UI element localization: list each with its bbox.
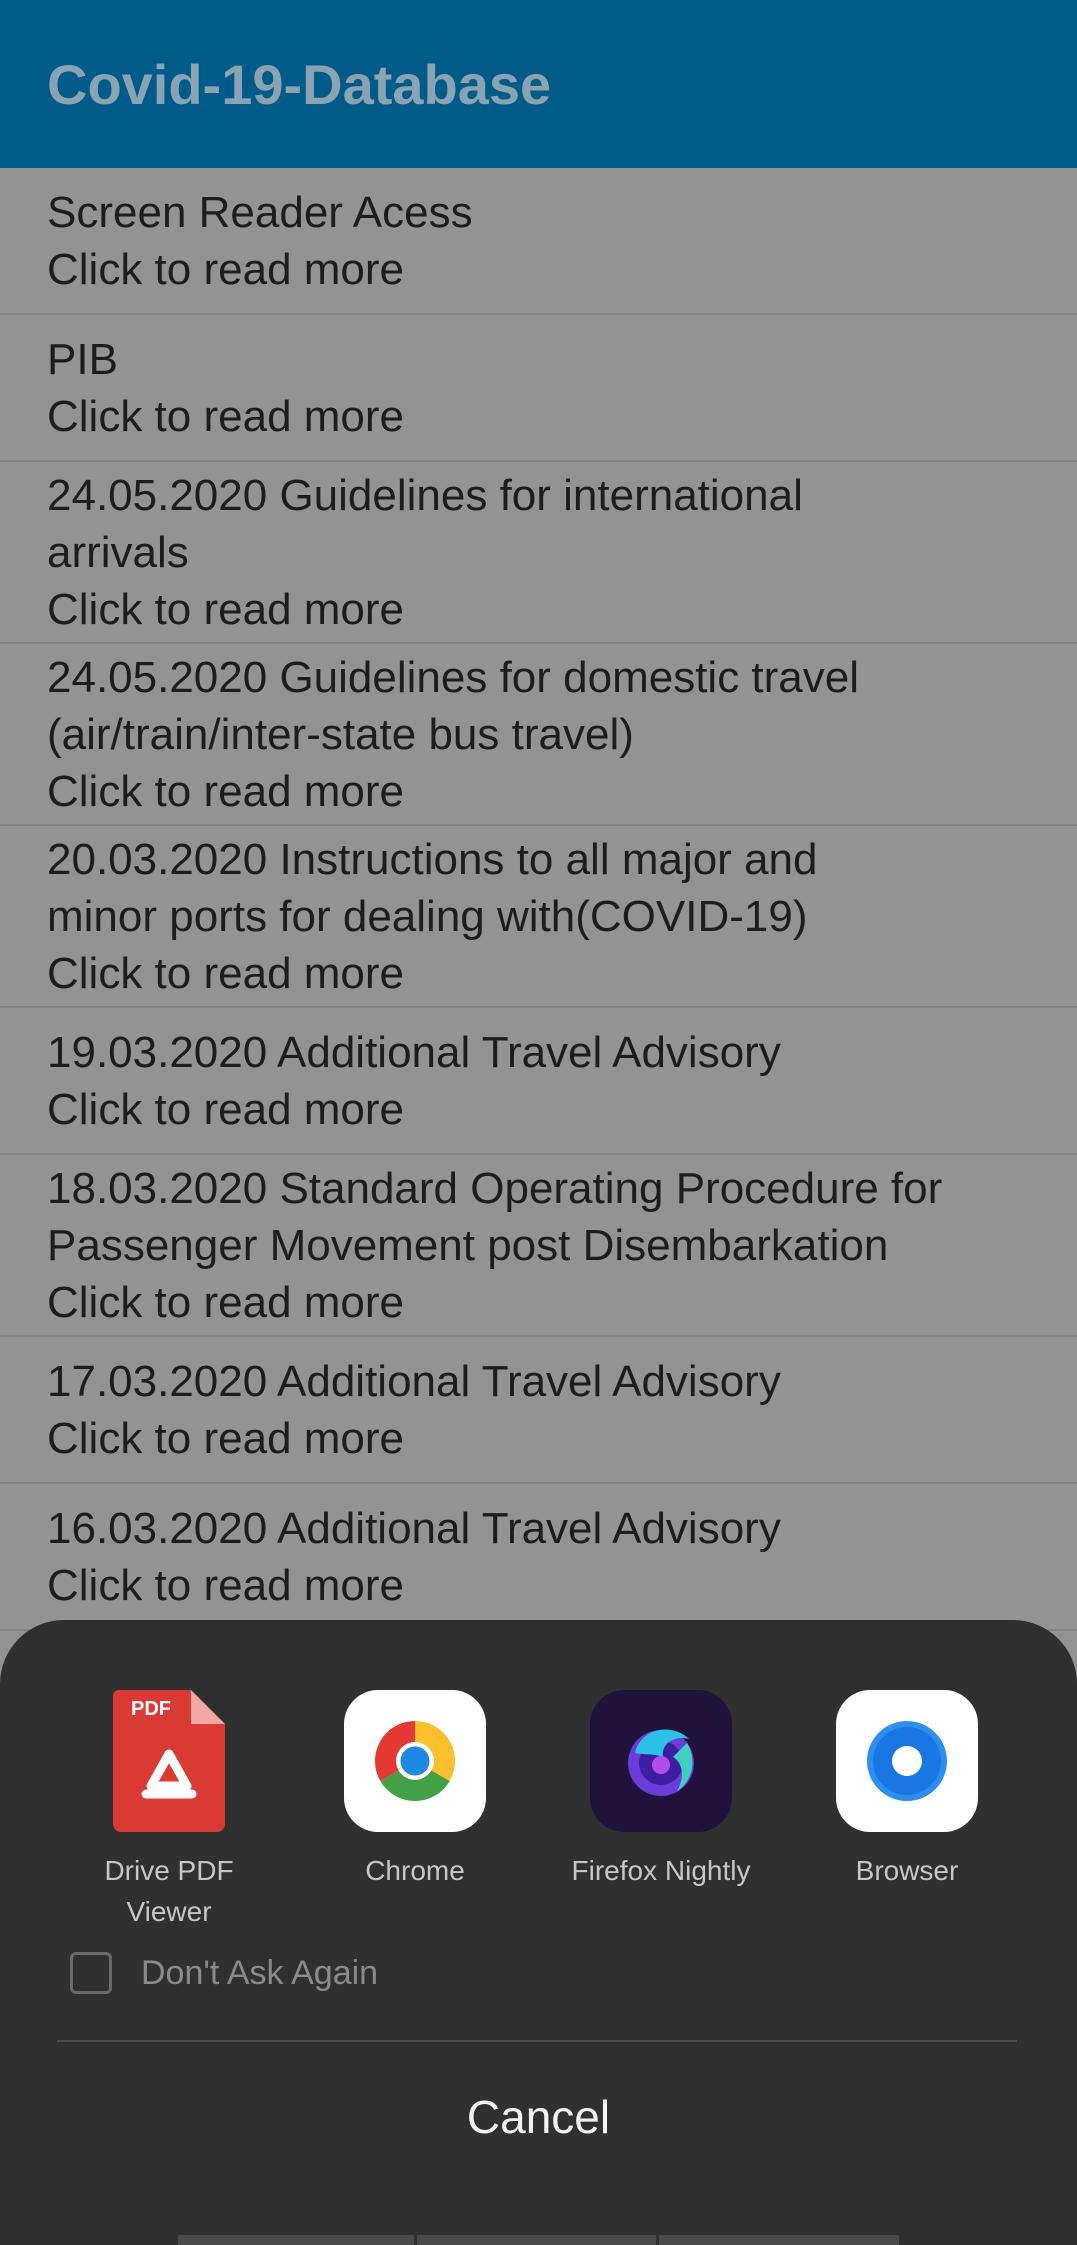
dont-ask-again-option[interactable]: Don't Ask Again — [70, 1952, 378, 1994]
list-item-subtitle: Click to read more — [47, 391, 405, 441]
list-item-subtitle: Click to read more — [47, 244, 405, 294]
list-item-title: 24.05.2020 Guidelines for international … — [47, 470, 803, 577]
chrome-icon — [344, 1690, 486, 1832]
list-item-title: Screen Reader Acess — [47, 187, 473, 237]
firefox-nightly-icon — [590, 1690, 732, 1832]
list-item[interactable]: 20.03.2020 Instructions to all major and… — [0, 826, 1077, 1008]
divider — [57, 2040, 1017, 2042]
app-option-label: Firefox Nightly — [571, 1855, 751, 1886]
app-option-label: Chrome — [365, 1855, 465, 1886]
list-item[interactable]: 18.03.2020 Standard Operating Procedure … — [0, 1155, 1077, 1337]
nav-bar-segment — [178, 2235, 414, 2245]
nav-bar-segment — [417, 2235, 656, 2245]
list-item-title: 24.05.2020 Guidelines for domestic trave… — [47, 652, 860, 759]
app-option-drive-pdf-viewer[interactable]: PDF Drive PDF Viewer — [46, 1690, 292, 1932]
list-item-title: 18.03.2020 Standard Operating Procedure … — [47, 1163, 943, 1270]
list-item[interactable]: 17.03.2020 Additional Travel Advisory Cl… — [0, 1337, 1077, 1484]
app-title: Covid-19-Database — [47, 53, 552, 116]
list-item[interactable]: PIB Click to read more — [0, 315, 1077, 462]
list-item-title: PIB — [47, 334, 118, 384]
drive-pdf-viewer-icon: PDF — [98, 1690, 240, 1832]
nav-bar-segment — [659, 2235, 899, 2245]
cancel-button[interactable]: Cancel — [0, 2090, 1077, 2144]
app-option-label: Drive PDF Viewer — [104, 1855, 234, 1927]
list-item-subtitle: Click to read more — [47, 1413, 405, 1463]
app-option-browser[interactable]: Browser — [784, 1690, 1030, 1891]
browser-icon — [836, 1690, 978, 1832]
list-item-subtitle: Click to read more — [47, 584, 405, 634]
list-item-title: 16.03.2020 Additional Travel Advisory — [47, 1503, 781, 1553]
list-item[interactable]: 19.03.2020 Additional Travel Advisory Cl… — [0, 1008, 1077, 1155]
list-item-subtitle: Click to read more — [47, 766, 405, 816]
list-item[interactable]: Screen Reader Acess Click to read more — [0, 168, 1077, 315]
list-item-title: 17.03.2020 Additional Travel Advisory — [47, 1356, 781, 1406]
list-item-title: 19.03.2020 Additional Travel Advisory — [47, 1027, 781, 1077]
app-option-label: Browser — [855, 1855, 959, 1886]
app-chooser-sheet: PDF Drive PDF Viewer Chrome Firefox Nigh… — [0, 1620, 1077, 2245]
list-item-subtitle: Click to read more — [47, 1277, 405, 1327]
list-item-subtitle: Click to read more — [47, 1560, 405, 1610]
app-option-firefox-nightly[interactable]: Firefox Nightly — [538, 1690, 784, 1891]
app-option-chrome[interactable]: Chrome — [292, 1690, 538, 1891]
list-item[interactable]: 16.03.2020 Additional Travel Advisory Cl… — [0, 1484, 1077, 1631]
dont-ask-again-label: Don't Ask Again — [141, 1953, 379, 1992]
document-list: Screen Reader Acess Click to read more P… — [0, 168, 1077, 1631]
dont-ask-again-checkbox[interactable] — [70, 1952, 112, 1994]
list-item-subtitle: Click to read more — [47, 948, 405, 998]
svg-text:PDF: PDF — [131, 1698, 171, 1720]
list-item[interactable]: 24.05.2020 Guidelines for international … — [0, 462, 1077, 644]
app-chooser-grid: PDF Drive PDF Viewer Chrome Firefox Nigh… — [0, 1690, 1077, 1950]
list-item-subtitle: Click to read more — [47, 1084, 405, 1134]
list-item[interactable]: 24.05.2020 Guidelines for domestic trave… — [0, 644, 1077, 826]
app-bar: Covid-19-Database — [0, 0, 1077, 168]
list-item-title: 20.03.2020 Instructions to all major and… — [47, 834, 818, 941]
